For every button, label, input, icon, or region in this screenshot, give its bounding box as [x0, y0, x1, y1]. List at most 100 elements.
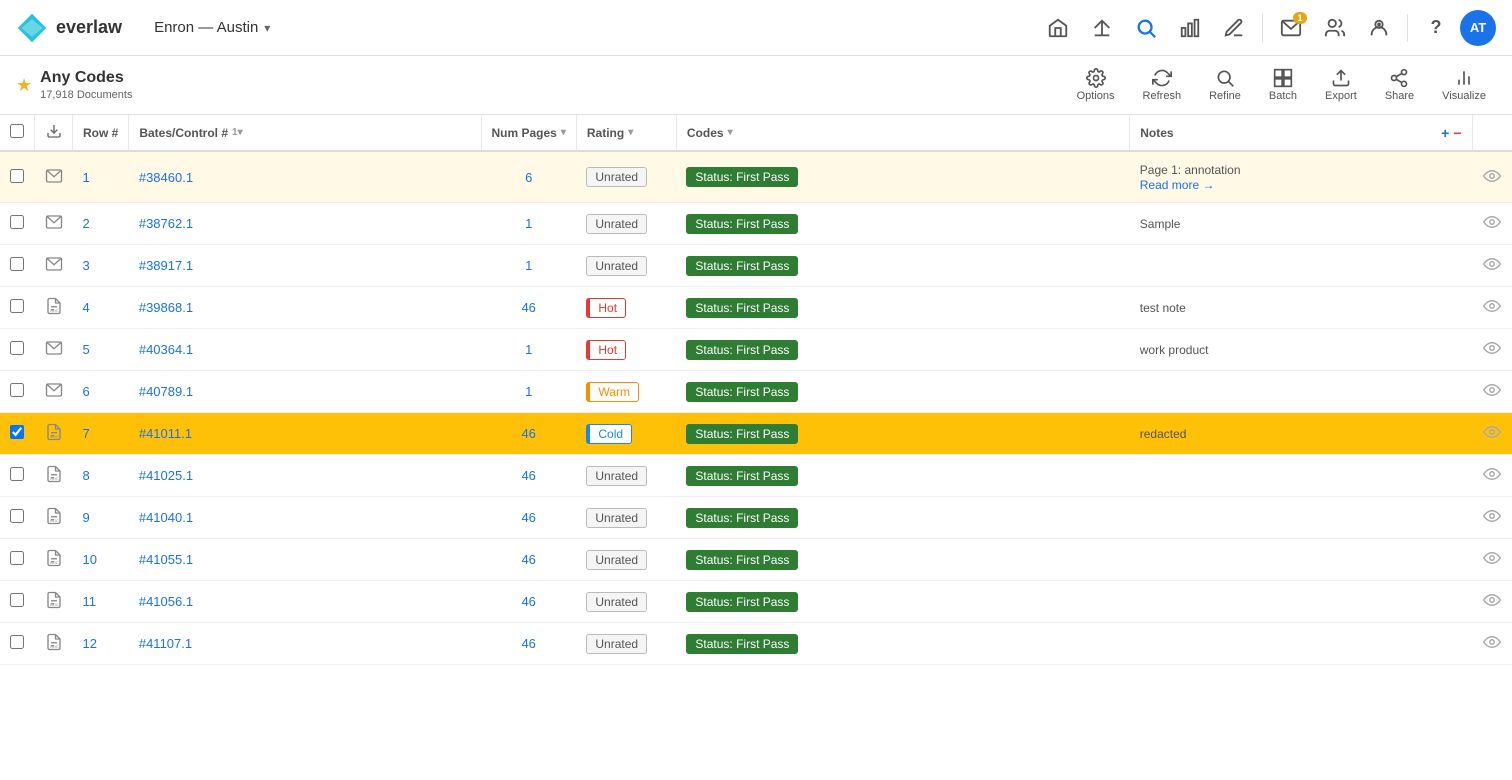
row-checkbox[interactable] — [10, 215, 24, 229]
bates-header[interactable]: Bates/Control # 1▾ — [129, 115, 481, 151]
rating-badge[interactable]: Hot — [586, 340, 626, 360]
codes-cell[interactable]: Status: First Pass — [676, 287, 1129, 329]
numpages-header[interactable]: Num Pages ▾ — [481, 115, 576, 151]
bates-cell[interactable]: #41055.1 — [129, 539, 481, 581]
row-number-cell[interactable]: 3 — [73, 245, 129, 287]
preview-eye-icon[interactable] — [1483, 633, 1501, 651]
rating-filter-icon[interactable]: ▾ — [628, 127, 633, 138]
bates-cell[interactable]: #38762.1 — [129, 203, 481, 245]
row-checkbox[interactable] — [10, 383, 24, 397]
people-nav-button[interactable] — [1315, 8, 1355, 48]
select-all-header[interactable] — [0, 115, 35, 151]
bates-cell[interactable]: #40789.1 — [129, 371, 481, 413]
row-checkbox[interactable] — [10, 551, 24, 565]
eye-cell[interactable] — [1472, 245, 1512, 287]
row-number-cell[interactable]: 1 — [73, 151, 129, 203]
rating-header[interactable]: Rating ▾ — [576, 115, 676, 151]
preview-eye-icon[interactable] — [1483, 465, 1501, 483]
rating-cell[interactable]: Warm — [576, 371, 676, 413]
preview-eye-icon[interactable] — [1483, 507, 1501, 525]
numpages-cell[interactable]: 1 — [481, 329, 576, 371]
row-checkbox-cell[interactable] — [0, 413, 35, 455]
row-checkbox-cell[interactable] — [0, 539, 35, 581]
numpages-cell[interactable]: 46 — [481, 413, 576, 455]
download-header[interactable] — [35, 115, 73, 151]
row-checkbox[interactable] — [10, 593, 24, 607]
star-icon[interactable]: ★ — [16, 75, 32, 96]
bates-cell[interactable]: #41040.1 — [129, 497, 481, 539]
codes-cell[interactable]: Status: First Pass — [676, 581, 1129, 623]
preview-eye-icon[interactable] — [1483, 167, 1501, 185]
analytics-nav-button[interactable] — [1170, 8, 1210, 48]
preview-eye-icon[interactable] — [1483, 339, 1501, 357]
preview-eye-icon[interactable] — [1483, 423, 1501, 441]
row-checkbox-cell[interactable] — [0, 623, 35, 665]
row-checkbox-cell[interactable] — [0, 245, 35, 287]
row-number-cell[interactable]: 5 — [73, 329, 129, 371]
row-checkbox[interactable] — [10, 425, 24, 439]
visualize-button[interactable]: Visualize — [1432, 64, 1496, 106]
row-number-cell[interactable]: 12 — [73, 623, 129, 665]
eye-cell[interactable] — [1472, 287, 1512, 329]
bates-cell[interactable]: #38917.1 — [129, 245, 481, 287]
rating-cell[interactable]: Hot — [576, 287, 676, 329]
select-all-checkbox[interactable] — [10, 124, 24, 138]
bates-cell[interactable]: #40364.1 — [129, 329, 481, 371]
numpages-cell[interactable]: 6 — [481, 151, 576, 203]
rating-badge[interactable]: Cold — [586, 424, 632, 444]
code-badge[interactable]: Status: First Pass — [686, 214, 798, 234]
row-checkbox[interactable] — [10, 257, 24, 271]
rating-badge[interactable]: Unrated — [586, 466, 647, 486]
code-badge[interactable]: Status: First Pass — [686, 298, 798, 318]
rating-cell[interactable]: Unrated — [576, 245, 676, 287]
row-checkbox-cell[interactable] — [0, 371, 35, 413]
numpages-cell[interactable]: 46 — [481, 623, 576, 665]
codes-cell[interactable]: Status: First Pass — [676, 497, 1129, 539]
row-checkbox-cell[interactable] — [0, 329, 35, 371]
rating-cell[interactable]: Unrated — [576, 203, 676, 245]
search-nav-button[interactable] — [1126, 8, 1166, 48]
rating-badge[interactable]: Warm — [586, 382, 639, 402]
codes-cell[interactable]: Status: First Pass — [676, 151, 1129, 203]
numpages-cell[interactable]: 1 — [481, 245, 576, 287]
preview-eye-icon[interactable] — [1483, 591, 1501, 609]
eye-cell[interactable] — [1472, 581, 1512, 623]
numpages-cell[interactable]: 1 — [481, 203, 576, 245]
numpages-cell[interactable]: 46 — [481, 497, 576, 539]
eye-cell[interactable] — [1472, 455, 1512, 497]
row-number-cell[interactable]: 10 — [73, 539, 129, 581]
profile-nav-button[interactable] — [1359, 8, 1399, 48]
home-nav-button[interactable] — [1038, 8, 1078, 48]
eye-cell[interactable] — [1472, 203, 1512, 245]
rating-badge[interactable]: Unrated — [586, 634, 647, 654]
codes-cell[interactable]: Status: First Pass — [676, 413, 1129, 455]
numpages-cell[interactable]: 1 — [481, 371, 576, 413]
avatar-button[interactable]: AT — [1460, 10, 1496, 46]
row-number-cell[interactable]: 9 — [73, 497, 129, 539]
batch-button[interactable]: Batch — [1259, 64, 1307, 106]
help-nav-button[interactable]: ? — [1416, 8, 1456, 48]
options-button[interactable]: Options — [1067, 64, 1125, 106]
upload-nav-button[interactable] — [1082, 8, 1122, 48]
codes-cell[interactable]: Status: First Pass — [676, 539, 1129, 581]
eye-cell[interactable] — [1472, 151, 1512, 203]
codes-cell[interactable]: Status: First Pass — [676, 329, 1129, 371]
bates-sort-icon[interactable]: 1▾ — [232, 127, 243, 138]
codes-cell[interactable]: Status: First Pass — [676, 455, 1129, 497]
row-checkbox[interactable] — [10, 341, 24, 355]
rating-badge[interactable]: Hot — [586, 298, 626, 318]
code-badge[interactable]: Status: First Pass — [686, 340, 798, 360]
code-badge[interactable]: Status: First Pass — [686, 508, 798, 528]
bates-cell[interactable]: #38460.1 — [129, 151, 481, 203]
codes-cell[interactable]: Status: First Pass — [676, 203, 1129, 245]
row-number-cell[interactable]: 2 — [73, 203, 129, 245]
code-badge[interactable]: Status: First Pass — [686, 167, 798, 187]
row-number-cell[interactable]: 7 — [73, 413, 129, 455]
refresh-button[interactable]: Refresh — [1133, 64, 1192, 106]
preview-eye-icon[interactable] — [1483, 297, 1501, 315]
row-number-cell[interactable]: 8 — [73, 455, 129, 497]
rating-cell[interactable]: Unrated — [576, 539, 676, 581]
eye-cell[interactable] — [1472, 329, 1512, 371]
rating-cell[interactable]: Unrated — [576, 623, 676, 665]
codes-cell[interactable]: Status: First Pass — [676, 371, 1129, 413]
